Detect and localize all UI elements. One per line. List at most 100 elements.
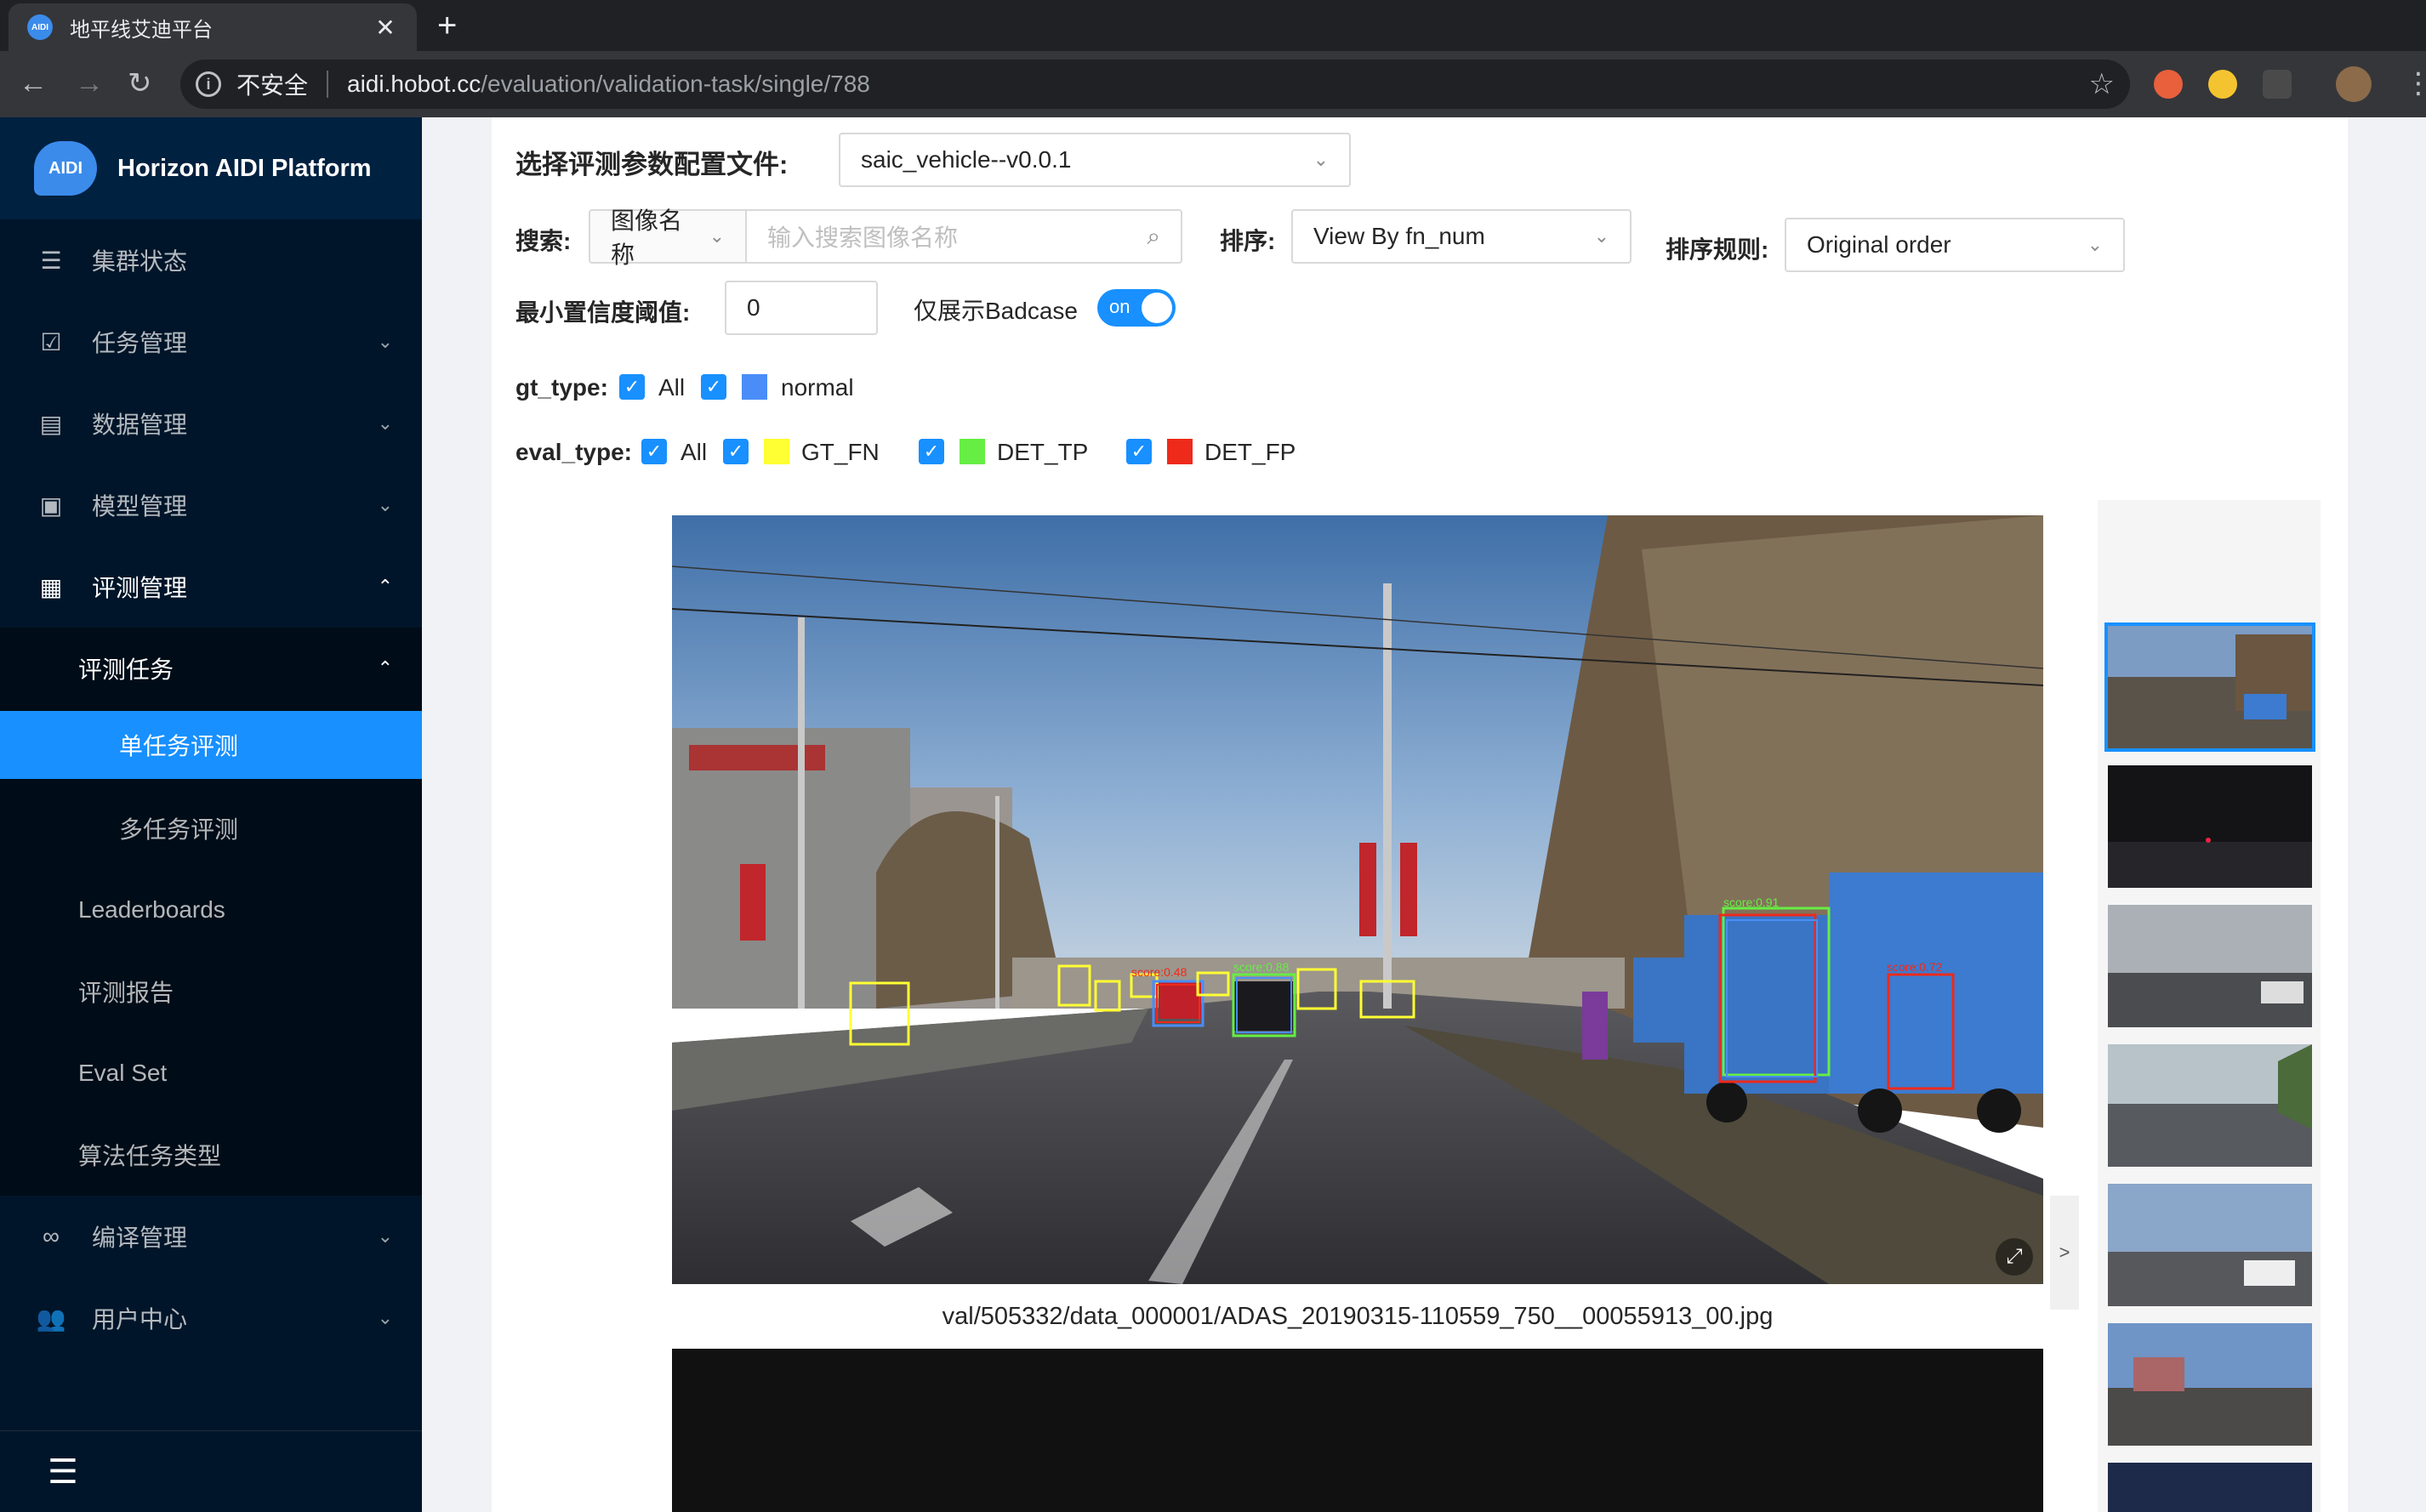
det-fp-checkbox[interactable]: ✓ — [1126, 439, 1152, 464]
sidebar-item-compile-management[interactable]: ∞ 编译管理 ⌄ — [0, 1196, 422, 1277]
search-input[interactable]: 输入搜索图像名称 ⌕ — [745, 209, 1182, 264]
sidebar-item-algorithm-task-types[interactable]: 算法任务类型 — [0, 1114, 422, 1196]
chevron-down-icon: ⌄ — [377, 412, 393, 434]
gt-all-checkbox[interactable]: ✓ — [619, 374, 645, 400]
back-icon[interactable]: ← — [19, 66, 48, 100]
extension-icon[interactable] — [2263, 70, 2292, 99]
sidebar-item-label: 单任务评测 — [119, 733, 239, 759]
min-confidence-label: 最小置信度阈值: — [515, 299, 691, 326]
browser-menu-icon[interactable]: ⋮ — [2404, 66, 2426, 100]
search-field-select[interactable]: 图像名称 ⌄ — [589, 207, 747, 268]
sort-label: 排序: — [1220, 228, 1276, 254]
eval-all-label: All — [681, 439, 708, 465]
thumbnail[interactable] — [2108, 1044, 2312, 1167]
close-tab-icon[interactable]: ✕ — [373, 14, 398, 42]
image-caption: val/505332/data_000001/ADAS_20190315-110… — [942, 1303, 1774, 1330]
eval-all-checkbox[interactable]: ✓ — [641, 439, 667, 464]
min-confidence-value: 0 — [747, 294, 760, 321]
logo-icon: AIDI — [34, 141, 97, 196]
thumbnail[interactable] — [2108, 1463, 2312, 1512]
next-image-button[interactable]: > — [2050, 1196, 2079, 1310]
logo-bar[interactable]: AIDI Horizon AIDI Platform — [0, 117, 422, 219]
fullscreen-icon[interactable]: ⤢ — [1996, 1238, 2033, 1276]
chevron-down-icon: ⌄ — [1313, 149, 1329, 170]
sidebar-item-leaderboards[interactable]: Leaderboards — [0, 869, 422, 951]
favicon-icon: AIDI — [27, 14, 53, 40]
collapse-sidebar-button[interactable]: ☰ — [0, 1430, 422, 1512]
sort-rule-select[interactable]: Original order ⌄ — [1785, 218, 2125, 272]
box-label: score:0.88 — [1233, 960, 1290, 974]
det-tp-color-swatch — [960, 439, 985, 464]
thumbnail[interactable] — [2108, 905, 2312, 1027]
url-divider — [327, 71, 329, 98]
main-content: 选择评测参数配置文件: saic_vehicle--v0.0.1 ⌄ 搜索: 图… — [422, 117, 2426, 1512]
next-evaluation-image[interactable] — [672, 1349, 2043, 1512]
thumbnail-image — [2108, 1463, 2312, 1512]
avatar[interactable] — [2336, 66, 2372, 102]
search-icon[interactable]: ⌕ — [1147, 223, 1160, 251]
tab-title: 地平线艾迪平台 — [70, 18, 213, 42]
sidebar-item-model-management[interactable]: ▣ 模型管理 ⌄ — [0, 464, 422, 546]
gt-fn-checkbox[interactable]: ✓ — [723, 439, 749, 464]
eval-type-label: eval_type: — [515, 439, 632, 465]
sidebar-item-evaluation-management[interactable]: ▦ 评测管理 ⌃ — [0, 546, 422, 628]
sidebar-item-task-management[interactable]: ☑ 任务管理 ⌄ — [0, 301, 422, 383]
bar-chart-icon: ▦ — [39, 573, 63, 600]
box-label: score:0.48 — [1131, 965, 1187, 979]
thumbnail[interactable] — [2108, 1323, 2312, 1446]
sidebar-item-multi-task-eval[interactable]: 多任务评测 — [0, 787, 422, 869]
sidebar-item-cluster-status[interactable]: ☰ 集群状态 — [0, 219, 422, 301]
config-file-select[interactable]: saic_vehicle--v0.0.1 ⌄ — [839, 133, 1351, 187]
sidebar-item-data-management[interactable]: ▤ 数据管理 ⌄ — [0, 383, 422, 464]
thumbnail[interactable] — [2104, 622, 2315, 752]
thumbnail[interactable] — [2108, 765, 2312, 888]
sort-rule-value: Original order — [1807, 231, 1951, 258]
sidebar-item-label: 评测管理 — [92, 575, 188, 601]
menu-fold-icon: ☰ — [48, 1452, 78, 1491]
min-confidence-input[interactable]: 0 — [725, 281, 878, 335]
sidebar-item-label: 任务管理 — [92, 330, 188, 356]
list-icon: ☰ — [40, 247, 62, 274]
sidebar-item-label: 编译管理 — [92, 1225, 188, 1251]
badcase-toggle[interactable]: on — [1097, 289, 1176, 327]
address-bar[interactable]: i 不安全 aidi.hobot.cc /evaluation/validati… — [180, 60, 2130, 109]
chevron-down-icon: ⌄ — [377, 1225, 393, 1247]
database-icon: ▤ — [39, 410, 63, 437]
sidebar: AIDI Horizon AIDI Platform ☰ 集群状态 ☑ 任务管理… — [0, 117, 422, 1512]
evaluation-submenu: 评测任务 ⌃ 单任务评测 多任务评测 Leaderboards 评测报告 Eva… — [0, 628, 422, 1196]
det-fp-color-swatch — [1167, 439, 1193, 464]
badcase-toggle-text: on — [1109, 296, 1130, 317]
new-tab-button[interactable]: + — [437, 7, 457, 44]
extension-icon[interactable] — [2208, 70, 2237, 99]
box-label: score:0.72 — [1887, 960, 1943, 974]
search-field-value: 图像名称 — [611, 207, 683, 268]
gt-normal-checkbox[interactable]: ✓ — [701, 374, 726, 400]
det-fp-label: DET_FP — [1204, 439, 1296, 465]
url-path: /evaluation/validation-task/single/788 — [481, 71, 870, 97]
gt-fn-label: GT_FN — [801, 439, 880, 465]
det-tp-checkbox[interactable]: ✓ — [919, 439, 944, 464]
sidebar-item-evaluation-task[interactable]: 评测任务 ⌃ — [0, 628, 422, 709]
not-secure-label: 不安全 — [236, 72, 309, 99]
sidebar-item-eval-set[interactable]: Eval Set — [0, 1032, 422, 1114]
thumbnail-strip — [2098, 500, 2321, 1512]
street-scene-image: score:0.48 score:0.88 score:0.91 score:0… — [672, 515, 2043, 1284]
evaluation-image[interactable]: score:0.48 score:0.88 score:0.91 score:0… — [672, 515, 2043, 1284]
bookmark-star-icon[interactable]: ☆ — [2089, 67, 2115, 101]
extension-icon[interactable] — [2154, 70, 2183, 99]
forward-icon[interactable]: → — [75, 66, 104, 100]
sidebar-item-label: 评测报告 — [78, 980, 174, 1006]
sidebar-item-label: 多任务评测 — [119, 816, 239, 843]
checkbox-icon: ☑ — [40, 328, 62, 355]
sidebar-item-eval-report[interactable]: 评测报告 — [0, 951, 422, 1032]
thumbnail[interactable] — [2108, 1184, 2312, 1306]
sidebar-item-single-task-eval[interactable]: 单任务评测 — [0, 711, 422, 779]
info-icon[interactable]: i — [196, 71, 221, 97]
logo-text: Horizon AIDI Platform — [117, 154, 372, 182]
browser-tab[interactable]: AIDI 地平线艾迪平台 ✕ — [9, 3, 417, 51]
reload-icon[interactable]: ↻ — [128, 66, 152, 100]
sidebar-item-label: 集群状态 — [92, 248, 188, 275]
sort-select[interactable]: View By fn_num ⌄ — [1291, 209, 1632, 264]
sidebar-item-user-center[interactable]: 👥 用户中心 ⌄ — [0, 1277, 422, 1359]
sidebar-item-label: 用户中心 — [92, 1306, 188, 1333]
